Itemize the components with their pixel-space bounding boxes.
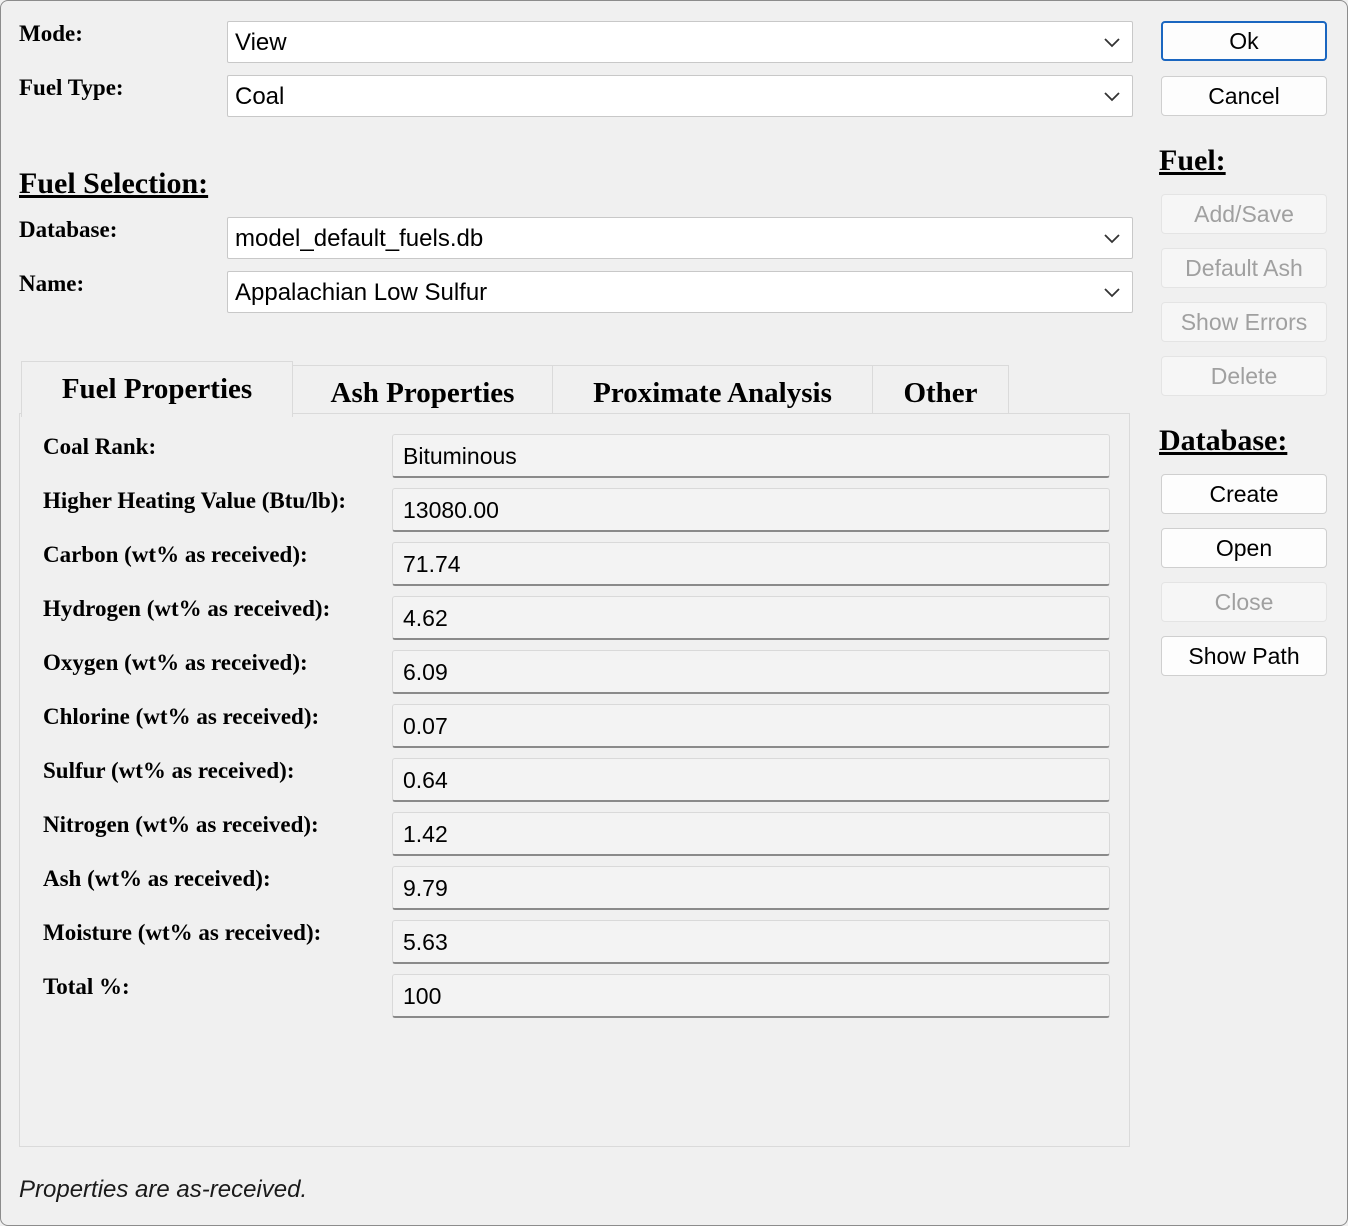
hhv-value: 13080.00 [403,497,499,523]
fuel-type-select[interactable]: Coal [227,75,1133,117]
oxygen-field: 6.09 [392,650,1110,694]
default-ash-button[interactable]: Default Ash [1161,248,1327,288]
sulfur-field: 0.64 [392,758,1110,802]
hhv-field: 13080.00 [392,488,1110,532]
database-select[interactable]: model_default_fuels.db [227,217,1133,259]
tab-ash-properties[interactable]: Ash Properties [293,365,553,415]
nitrogen-field: 1.42 [392,812,1110,856]
nitrogen-value: 1.42 [403,821,448,847]
coal-rank-field: Bituminous [392,434,1110,478]
ash-field: 9.79 [392,866,1110,910]
open-button[interactable]: Open [1161,528,1327,568]
name-select[interactable]: Appalachian Low Sulfur [227,271,1133,313]
oxygen-label: Oxygen (wt% as received): [43,650,308,675]
footer-note: Properties are as-received. [19,1176,308,1203]
moisture-field: 5.63 [392,920,1110,964]
total-label: Total %: [43,974,130,999]
close-button[interactable]: Close [1161,582,1327,622]
chevron-down-icon [1104,288,1120,298]
database-group-title: Database: [1159,424,1288,457]
fuel-type-value: Coal [235,83,285,110]
database-label: Database: [19,217,118,242]
create-button[interactable]: Create [1161,474,1327,514]
chlorine-value: 0.07 [403,713,448,739]
fuel-group-title: Fuel: [1159,144,1226,177]
ash-value: 9.79 [403,875,448,901]
cancel-button[interactable]: Cancel [1161,76,1327,116]
hydrogen-field: 4.62 [392,596,1110,640]
fuel-dialog: Mode: View Fuel Type: Coal Fuel Selectio… [0,0,1348,1226]
database-value: model_default_fuels.db [235,225,484,252]
mode-select[interactable]: View [227,21,1133,63]
chlorine-label: Chlorine (wt% as received): [43,704,320,729]
moisture-value: 5.63 [403,929,448,955]
moisture-label: Moisture (wt% as received): [43,920,322,945]
carbon-label: Carbon (wt% as received): [43,542,308,567]
chevron-down-icon [1104,92,1120,102]
sulfur-value: 0.64 [403,767,448,793]
mode-value: View [235,29,287,56]
total-field: 100 [392,974,1110,1018]
fuel-selection-title: Fuel Selection: [19,167,209,200]
oxygen-value: 6.09 [403,659,448,685]
add-save-button[interactable]: Add/Save [1161,194,1327,234]
chevron-down-icon [1104,38,1120,48]
mode-label: Mode: [19,21,83,46]
tab-fuel-properties[interactable]: Fuel Properties [21,361,293,417]
coal-rank-value: Bituminous [403,443,517,469]
chlorine-field: 0.07 [392,704,1110,748]
tab-other[interactable]: Other [873,365,1009,415]
show-path-button[interactable]: Show Path [1161,636,1327,676]
coal-rank-label: Coal Rank: [43,434,157,459]
hydrogen-value: 4.62 [403,605,448,631]
hydrogen-label: Hydrogen (wt% as received): [43,596,331,621]
nitrogen-label: Nitrogen (wt% as received): [43,812,319,837]
ok-button[interactable]: Ok [1161,21,1327,61]
tab-proximate-analysis[interactable]: Proximate Analysis [553,365,873,415]
show-errors-button[interactable]: Show Errors [1161,302,1327,342]
name-value: Appalachian Low Sulfur [235,279,488,306]
chevron-down-icon [1104,234,1120,244]
name-label: Name: [19,271,85,296]
sulfur-label: Sulfur (wt% as received): [43,758,295,783]
delete-button[interactable]: Delete [1161,356,1327,396]
hhv-label: Higher Heating Value (Btu/lb): [43,488,347,513]
ash-label: Ash (wt% as received): [43,866,271,891]
total-value: 100 [403,983,442,1009]
fuel-type-label: Fuel Type: [19,75,124,100]
carbon-value: 71.74 [403,551,461,577]
carbon-field: 71.74 [392,542,1110,586]
